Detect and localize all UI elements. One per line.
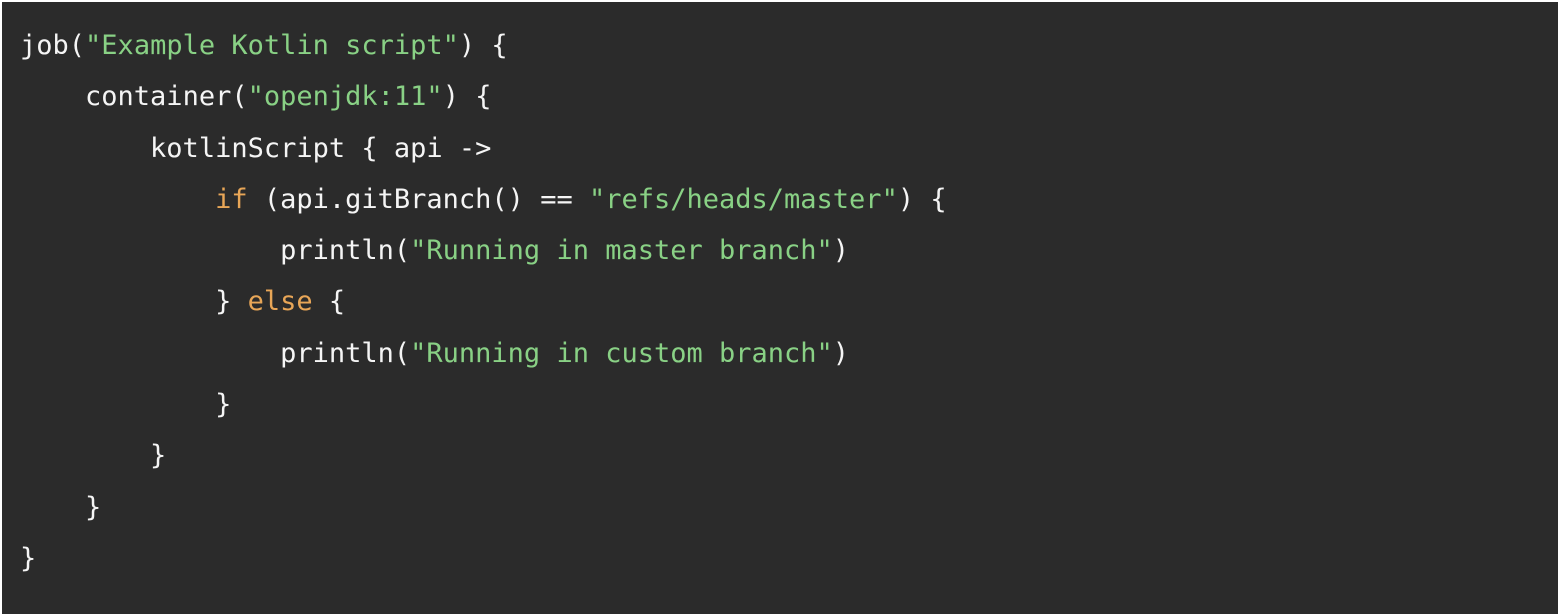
code-block: job("Example Kotlin script") { container… (2, 2, 1558, 602)
msg-custom: "Running in custom branch" (410, 338, 833, 369)
close-kotlinscript: } (150, 440, 166, 471)
fn-job: job (20, 30, 69, 61)
image-string: "openjdk:11" (248, 81, 443, 112)
close-paren: ) (833, 235, 849, 266)
indent (20, 235, 280, 266)
fn-println: println( (280, 235, 410, 266)
indent (20, 492, 85, 523)
open-paren: ( (69, 30, 85, 61)
job-open-brace: ) { (459, 30, 508, 61)
open-else: { (313, 286, 346, 317)
condition-open: (api.gitBranch() == (248, 184, 589, 215)
branch-string: "refs/heads/master" (589, 184, 898, 215)
indent (20, 338, 280, 369)
keyword-if: if (215, 184, 248, 215)
fn-println: println( (280, 338, 410, 369)
close-if: } (215, 286, 248, 317)
close-job: } (20, 543, 36, 574)
indent (20, 286, 215, 317)
open-paren: ( (231, 81, 247, 112)
fn-container: container (85, 81, 231, 112)
job-name-string: "Example Kotlin script" (85, 30, 459, 61)
close-else: } (215, 389, 231, 420)
kotlin-script: kotlinScript { api -> (150, 133, 491, 164)
indent (20, 184, 215, 215)
msg-master: "Running in master branch" (410, 235, 833, 266)
indent (20, 133, 150, 164)
indent (20, 81, 85, 112)
indent (20, 389, 215, 420)
condition-close: ) { (898, 184, 947, 215)
container-open-brace: ) { (443, 81, 492, 112)
close-paren: ) (833, 338, 849, 369)
indent (20, 440, 150, 471)
close-container: } (85, 492, 101, 523)
keyword-else: else (248, 286, 313, 317)
